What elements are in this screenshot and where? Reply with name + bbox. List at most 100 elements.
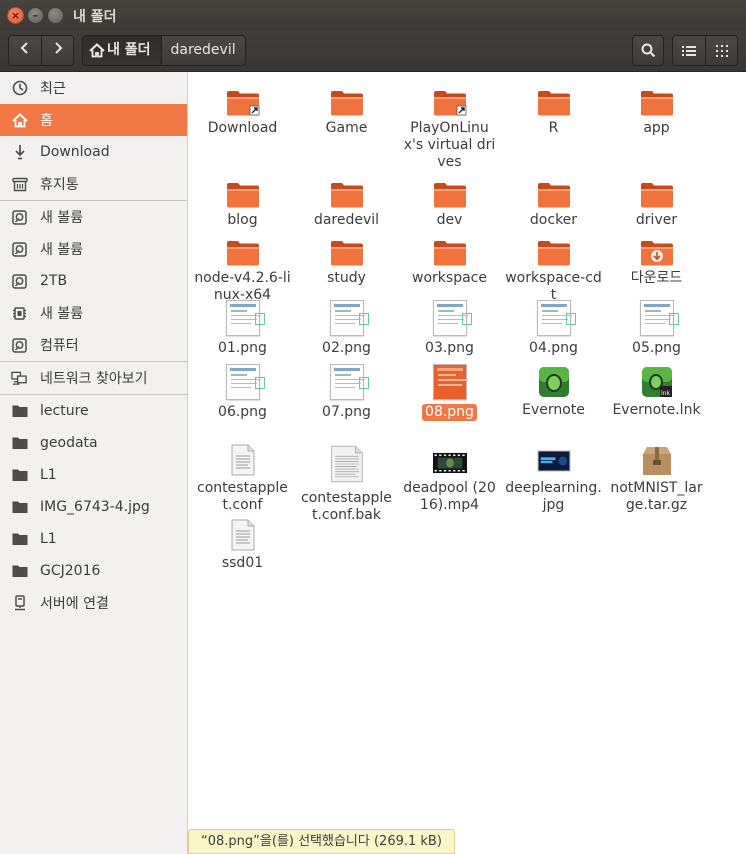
sidebar-item[interactable]: L1 xyxy=(0,459,187,491)
file-item[interactable]: workspace xyxy=(398,232,501,287)
grid-view-button[interactable] xyxy=(705,36,737,65)
file-name: 04.png xyxy=(529,340,578,356)
sidebar-item[interactable]: 2TB xyxy=(0,265,187,297)
back-button[interactable] xyxy=(9,36,41,65)
sidebar-item-label: 2TB xyxy=(40,273,68,289)
file-item[interactable]: node-v4.2.6-linux-x64 xyxy=(191,232,294,304)
folder-icon xyxy=(537,232,571,266)
file-name: 02.png xyxy=(322,340,371,356)
archive-icon xyxy=(640,442,674,476)
grid-icon xyxy=(715,44,728,57)
file-item[interactable]: Evernote xyxy=(502,364,605,419)
file-name: 07.png xyxy=(322,404,371,420)
file-item[interactable]: Game xyxy=(295,82,398,137)
file-item[interactable]: blog xyxy=(191,174,294,229)
file-item[interactable]: deadpool (2016).mp4 xyxy=(398,442,501,514)
sidebar-item[interactable]: 네트워크 찾아보기 xyxy=(0,362,187,394)
file-name: Download xyxy=(207,120,278,136)
file-item[interactable]: docker xyxy=(502,174,605,229)
file-name: notMNIST_large.tar.gz xyxy=(610,480,703,513)
sidebar-item[interactable]: IMG_6743-4.jpg xyxy=(0,491,187,523)
sidebar-item[interactable]: L1 xyxy=(0,523,187,555)
sidebar-item[interactable]: 휴지통 xyxy=(0,168,187,200)
sidebar-item[interactable]: 컴퓨터 xyxy=(0,329,187,361)
chevron-right-icon xyxy=(54,42,62,54)
folder-icon xyxy=(226,232,260,266)
file-item[interactable]: contestapplet.conf xyxy=(191,442,294,514)
folder-icon xyxy=(11,403,28,420)
file-item[interactable]: daredevil xyxy=(295,174,398,229)
file-name: driver xyxy=(635,212,678,228)
file-name: blog xyxy=(227,212,258,228)
folder-icon xyxy=(330,232,364,266)
file-item[interactable]: workspace-cdt xyxy=(502,232,605,304)
sidebar-item-label: IMG_6743-4.jpg xyxy=(40,499,150,515)
file-item[interactable]: 02.png xyxy=(295,300,398,357)
file-item[interactable]: ssd01 xyxy=(191,517,294,572)
search-button[interactable] xyxy=(632,35,664,66)
breadcrumb: 내 폴더 daredevil xyxy=(82,35,246,66)
sidebar-item[interactable]: lecture xyxy=(0,395,187,427)
file-name: study xyxy=(327,270,366,286)
file-grid: Download Game PlayOnLinux's virtual driv… xyxy=(189,72,746,854)
sidebar-item-label: geodata xyxy=(40,435,98,451)
sidebar-item[interactable]: 새 볼륨 xyxy=(0,201,187,233)
path-home-button[interactable]: 내 폴더 xyxy=(83,36,161,65)
sidebar-item[interactable]: 새 볼륨 xyxy=(0,233,187,265)
file-name: PlayOnLinux's virtual drives xyxy=(403,120,496,170)
file-name: Evernote.lnk xyxy=(612,402,701,418)
server-icon xyxy=(11,595,28,612)
drive-icon xyxy=(11,241,28,258)
file-item[interactable]: 07.png xyxy=(295,364,398,421)
chip-icon xyxy=(11,305,28,322)
file-item[interactable]: 04.png xyxy=(502,300,605,357)
sidebar-item[interactable]: geodata xyxy=(0,427,187,459)
file-item[interactable]: app xyxy=(605,82,708,137)
file-item[interactable]: PlayOnLinux's virtual drives xyxy=(398,82,501,171)
navigation-buttons xyxy=(8,35,74,66)
file-name: daredevil xyxy=(313,212,380,228)
list-view-button[interactable] xyxy=(673,36,705,65)
image-icon xyxy=(225,300,265,336)
sidebar-item-label: 새 볼륨 xyxy=(40,210,84,226)
sidebar-item-label: 새 볼륨 xyxy=(40,242,84,258)
sidebar-item-label: 홈 xyxy=(40,113,53,129)
close-window-button[interactable]: × xyxy=(7,7,24,24)
file-item[interactable]: 다운로드 xyxy=(605,232,708,287)
folder-icon xyxy=(330,82,364,116)
view-switcher xyxy=(672,35,738,66)
forward-button[interactable] xyxy=(41,36,73,65)
file-item[interactable]: notMNIST_large.tar.gz xyxy=(605,442,708,514)
file-item[interactable]: 06.png xyxy=(191,364,294,421)
path-daredevil-button[interactable]: daredevil xyxy=(160,36,245,65)
sidebar-item[interactable]: 최근 xyxy=(0,72,187,104)
sidebar-item[interactable]: 홈 xyxy=(0,104,187,136)
image-icon xyxy=(432,300,472,336)
file-item[interactable]: dev xyxy=(398,174,501,229)
file-item[interactable]: study xyxy=(295,232,398,287)
image-icon xyxy=(536,300,576,336)
network-icon xyxy=(11,370,28,387)
folder-icon xyxy=(11,499,28,516)
home-icon xyxy=(89,43,105,58)
file-item[interactable]: Download xyxy=(191,82,294,137)
maximize-window-button[interactable] xyxy=(47,7,64,24)
photo-icon xyxy=(536,442,571,476)
file-item[interactable]: R xyxy=(502,82,605,137)
file-item[interactable]: 08.png xyxy=(398,364,501,421)
file-item[interactable]: deeplearning.jpg xyxy=(502,442,605,514)
file-item[interactable]: 01.png xyxy=(191,300,294,357)
sidebar-item[interactable]: Download xyxy=(0,136,187,168)
file-item[interactable]: lnk Evernote.lnk xyxy=(605,364,708,419)
image-icon xyxy=(639,300,679,336)
sidebar-item[interactable]: 새 볼륨 xyxy=(0,297,187,329)
file-name: 08.png xyxy=(422,404,477,421)
file-item[interactable]: driver xyxy=(605,174,708,229)
drive-icon xyxy=(11,273,28,290)
file-item[interactable]: 03.png xyxy=(398,300,501,357)
sidebar-item[interactable]: GCJ2016 xyxy=(0,555,187,587)
file-item[interactable]: 05.png xyxy=(605,300,708,357)
minimize-window-button[interactable]: – xyxy=(27,7,44,24)
file-item[interactable]: contestapplet.conf.bak xyxy=(295,442,398,524)
sidebar-item[interactable]: 서버에 연결 xyxy=(0,587,187,619)
